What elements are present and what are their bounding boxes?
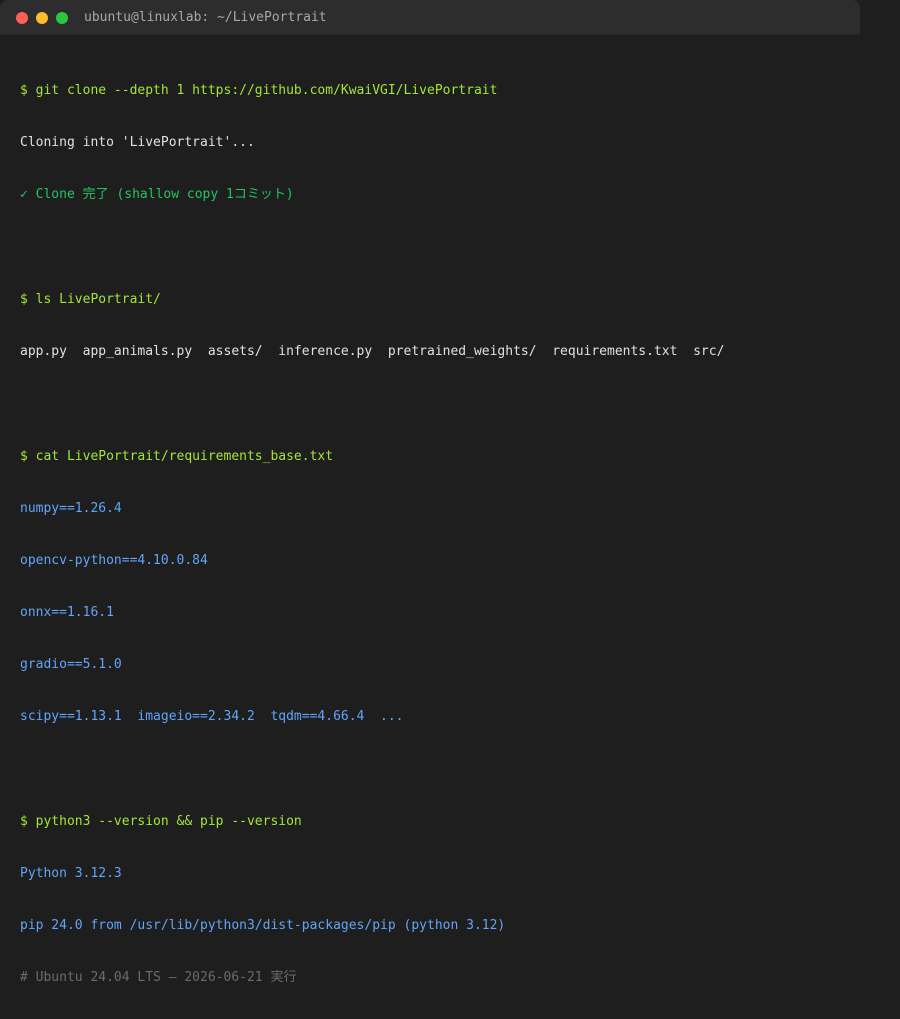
output-line: Cloning into 'LivePortrait'... <box>20 135 255 150</box>
command-line: $ git clone --depth 1 https://github.com… <box>20 83 498 98</box>
terminal-window: ubuntu@linuxlab: ~/LivePortrait $ git cl… <box>0 0 860 985</box>
maximize-button[interactable] <box>56 12 68 24</box>
background-strip <box>860 0 900 520</box>
command-line: $ ls LivePortrait/ <box>20 292 161 307</box>
command-line: $ python3 --version && pip --version <box>20 814 302 829</box>
output-line: app.py app_animals.py assets/ inference.… <box>20 344 725 359</box>
minimize-button[interactable] <box>36 12 48 24</box>
success-line: ✓ Clone 完了 (shallow copy 1コミット) <box>20 187 294 202</box>
dependency-line: gradio==5.1.0 <box>20 657 122 672</box>
title-bar[interactable]: ubuntu@linuxlab: ~/LivePortrait <box>0 0 860 35</box>
output-line: Python 3.12.3 <box>20 866 122 881</box>
terminal-output[interactable]: $ git clone --depth 1 https://github.com… <box>20 50 724 1019</box>
window-title: ubuntu@linuxlab: ~/LivePortrait <box>84 10 327 25</box>
dependency-line: scipy==1.13.1 imageio==2.34.2 tqdm==4.66… <box>20 709 404 724</box>
command-line: $ cat LivePortrait/requirements_base.txt <box>20 449 334 464</box>
comment-line: # Ubuntu 24.04 LTS — 2026-06-21 実行 <box>20 970 297 985</box>
dependency-line: onnx==1.16.1 <box>20 605 114 620</box>
close-button[interactable] <box>16 12 28 24</box>
dependency-line: numpy==1.26.4 <box>20 501 122 516</box>
dependency-line: opencv-python==4.10.0.84 <box>20 553 208 568</box>
output-line: pip 24.0 from /usr/lib/python3/dist-pack… <box>20 918 506 933</box>
